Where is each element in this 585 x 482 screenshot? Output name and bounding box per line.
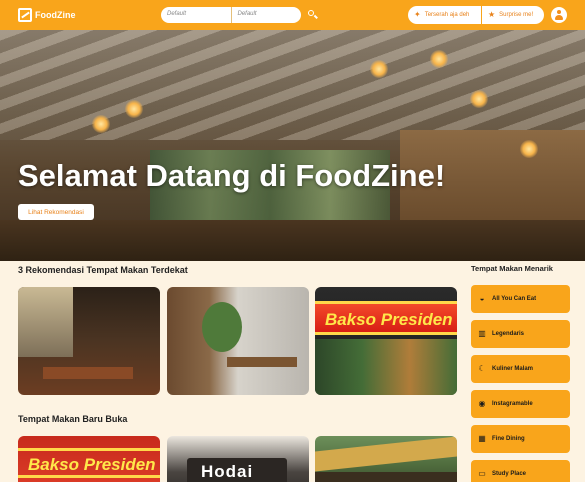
sidebar-item-label: Legendaris	[492, 331, 525, 337]
sidebar-item-label: Study Place	[492, 471, 527, 477]
random-pick-label: Terserah aja deh	[424, 12, 470, 18]
pendant-lamp	[370, 60, 388, 78]
dining-icon: ▦	[478, 434, 486, 443]
restaurant-card[interactable]	[167, 287, 309, 395]
search-bar: Default Default	[161, 7, 301, 23]
store-sign: Bakso Presiden	[315, 301, 457, 335]
pendant-lamp	[125, 100, 143, 118]
sidebar-item-label: Instagramable	[492, 401, 533, 407]
book-icon: ▥	[478, 329, 486, 338]
pendant-lamp	[92, 115, 110, 133]
new-places-section-title: Tempat Makan Baru Buka	[18, 414, 128, 424]
search-button[interactable]	[306, 8, 320, 22]
sidebar-item-label: All You Can Eat	[492, 296, 537, 302]
restaurant-card[interactable]	[18, 287, 160, 395]
top-navbar: FoodZine Default Default ✦ Terserah aja …	[0, 0, 585, 30]
user-profile-button[interactable]	[551, 7, 567, 23]
sidebar-item-kuliner-malam[interactable]: ☾ Kuliner Malam	[471, 355, 570, 383]
laptop-icon: ▭	[478, 469, 486, 478]
restaurant-card[interactable]: Hodai	[167, 436, 309, 482]
store-sign: Hodai	[187, 458, 287, 482]
search-input-secondary[interactable]: Default	[232, 7, 302, 23]
pendant-lamp	[430, 50, 448, 68]
random-pick-button[interactable]: ✦ Terserah aja deh	[408, 6, 481, 24]
sidebar-item-study-place[interactable]: ▭ Study Place	[471, 460, 570, 482]
star-icon: ★	[488, 10, 496, 19]
sidebar-item-label: Fine Dining	[492, 436, 525, 442]
sidebar-item-legendaris[interactable]: ▥ Legendaris	[471, 320, 570, 348]
recommended-section-title: 3 Rekomendasi Tempat Makan Terdekat	[18, 265, 188, 275]
bowl-icon: ◒	[479, 294, 485, 303]
restaurant-card[interactable]	[315, 436, 457, 482]
pendant-lamp	[520, 140, 538, 158]
surprise-label: Surprise me!	[499, 12, 534, 18]
restaurant-card[interactable]: Bakso Presiden	[315, 287, 457, 395]
brand-logo[interactable]: FoodZine	[18, 8, 76, 22]
search-input-primary[interactable]: Default	[161, 7, 232, 23]
moon-icon: ☾	[478, 364, 486, 373]
pendant-lamp	[470, 90, 488, 108]
hero-title: Selamat Datang di FoodZine!	[18, 158, 446, 193]
surprise-button[interactable]: ★ Surprise me!	[482, 6, 544, 24]
sidebar-item-fine-dining[interactable]: ▦ Fine Dining	[471, 425, 570, 453]
hero-banner: Selamat Datang di FoodZine! Lihat Rekome…	[0, 30, 585, 261]
camera-icon: ◉	[478, 399, 486, 408]
user-icon	[557, 10, 561, 14]
sidebar-title: Tempat Makan Menarik	[471, 264, 553, 273]
sidebar-item-label: Kuliner Malam	[492, 366, 534, 372]
brand-name: FoodZine	[35, 10, 76, 20]
sidebar-item-instagramable[interactable]: ◉ Instagramable	[471, 390, 570, 418]
restaurant-card[interactable]: Bakso Presiden	[18, 436, 160, 482]
sidebar-item-all-you-can-eat[interactable]: ◒ All You Can Eat	[471, 285, 570, 313]
store-sign: Bakso Presiden	[18, 448, 160, 478]
logo-icon	[18, 8, 32, 22]
view-recommendations-button[interactable]: Lihat Rekomendasi	[18, 204, 94, 220]
party-icon: ✦	[414, 10, 421, 19]
